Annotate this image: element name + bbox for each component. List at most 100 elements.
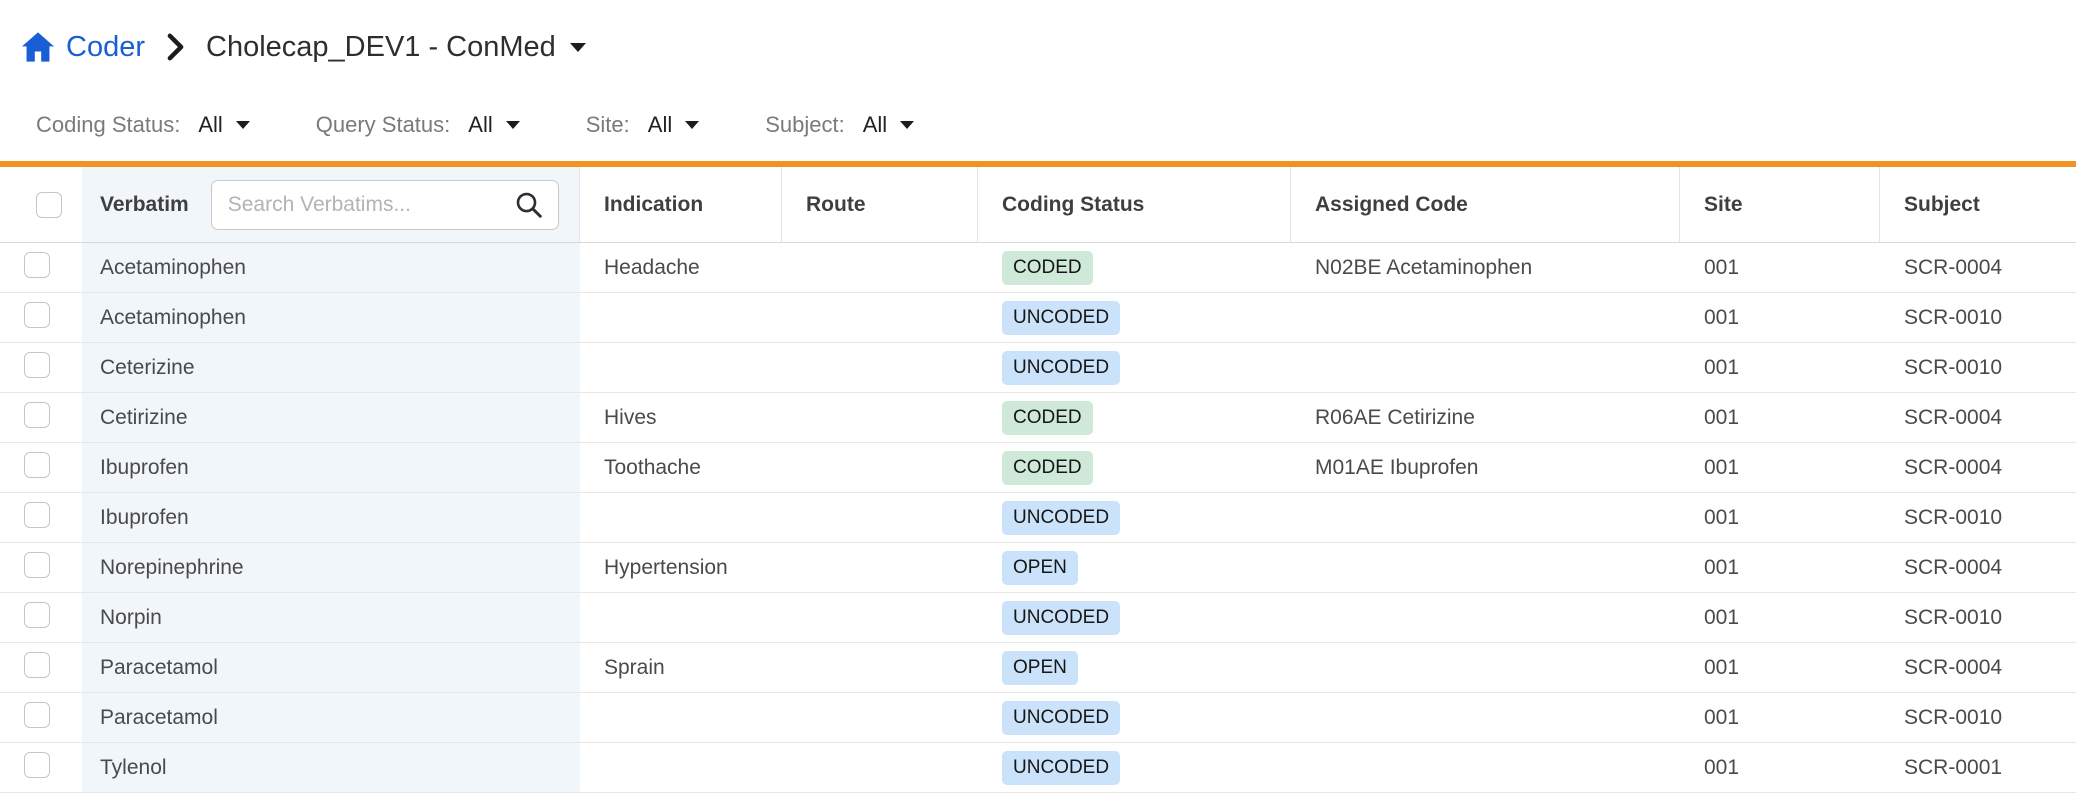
- filter-query-status[interactable]: Query Status: All: [316, 112, 520, 138]
- row-checkbox[interactable]: [24, 402, 50, 428]
- study-selector-label: Cholecap_DEV1 - ConMed: [206, 31, 556, 64]
- subject-cell: SCR-0010: [1880, 356, 2076, 380]
- indication-cell: Headache: [580, 256, 782, 280]
- site-cell: 001: [1680, 606, 1880, 630]
- row-checkbox-cell: [0, 402, 82, 434]
- filter-query-status-label: Query Status:: [316, 112, 451, 138]
- caret-down-icon: [570, 43, 586, 52]
- site-cell: 001: [1680, 456, 1880, 480]
- status-badge: UNCODED: [1002, 301, 1120, 335]
- column-header-assigned-code: Assigned Code: [1291, 167, 1680, 242]
- indication-cell: Toothache: [580, 456, 782, 480]
- site-cell: 001: [1680, 556, 1880, 580]
- subject-cell: SCR-0004: [1880, 656, 2076, 680]
- row-checkbox[interactable]: [24, 252, 50, 278]
- table-header-row: Verbatim Indication Route Coding Status …: [0, 167, 2076, 243]
- coding-status-cell: CODED: [978, 251, 1291, 285]
- row-checkbox-cell: [0, 652, 82, 684]
- filter-coding-status[interactable]: Coding Status: All: [36, 112, 250, 138]
- table-row: Paracetamol UNCODED 001 SCR-0010: [0, 693, 2076, 743]
- row-checkbox[interactable]: [24, 502, 50, 528]
- row-checkbox-cell: [0, 502, 82, 534]
- coding-status-cell: UNCODED: [978, 301, 1291, 335]
- verbatim-search-box[interactable]: [211, 180, 559, 230]
- verbatim-cell: Tylenol: [82, 743, 580, 792]
- filter-coding-status-label: Coding Status:: [36, 112, 180, 138]
- status-badge: UNCODED: [1002, 751, 1120, 785]
- column-header-indication: Indication: [580, 167, 782, 242]
- table-row: Norpin UNCODED 001 SCR-0010: [0, 593, 2076, 643]
- verbatim-cell: Acetaminophen: [82, 293, 580, 342]
- row-checkbox[interactable]: [24, 452, 50, 478]
- subject-cell: SCR-0010: [1880, 506, 2076, 530]
- coding-status-cell: UNCODED: [978, 701, 1291, 735]
- verbatim-cell: Paracetamol: [82, 693, 580, 742]
- filter-site-value[interactable]: All: [648, 112, 699, 138]
- row-checkbox-cell: [0, 352, 82, 384]
- verbatim-cell: Norpin: [82, 593, 580, 642]
- indication-cell: Hypertension: [580, 556, 782, 580]
- status-badge: OPEN: [1002, 651, 1078, 685]
- table-row: Ceterizine UNCODED 001 SCR-0010: [0, 343, 2076, 393]
- filter-query-status-value[interactable]: All: [468, 112, 519, 138]
- subject-cell: SCR-0010: [1880, 306, 2076, 330]
- row-checkbox[interactable]: [24, 602, 50, 628]
- table-row: Acetaminophen Headache CODED N02BE Aceta…: [0, 243, 2076, 293]
- verbatim-cell: Cetirizine: [82, 393, 580, 442]
- subject-cell: SCR-0004: [1880, 256, 2076, 280]
- select-all-checkbox[interactable]: [36, 192, 62, 218]
- coding-status-cell: UNCODED: [978, 601, 1291, 635]
- site-cell: 001: [1680, 356, 1880, 380]
- table-row: Norepinephrine Hypertension OPEN 001 SCR…: [0, 543, 2076, 593]
- row-checkbox-cell: [0, 452, 82, 484]
- site-cell: 001: [1680, 756, 1880, 780]
- coding-status-cell: OPEN: [978, 551, 1291, 585]
- status-badge: UNCODED: [1002, 501, 1120, 535]
- subject-cell: SCR-0001: [1880, 756, 2076, 780]
- row-checkbox[interactable]: [24, 352, 50, 378]
- site-cell: 001: [1680, 706, 1880, 730]
- breadcrumb: Coder Cholecap_DEV1 - ConMed: [0, 0, 2076, 68]
- row-checkbox[interactable]: [24, 302, 50, 328]
- coding-status-cell: CODED: [978, 451, 1291, 485]
- coding-status-cell: UNCODED: [978, 751, 1291, 785]
- coding-status-cell: OPEN: [978, 651, 1291, 685]
- filter-subject-value[interactable]: All: [863, 112, 914, 138]
- site-cell: 001: [1680, 306, 1880, 330]
- row-checkbox-cell: [0, 702, 82, 734]
- filter-site[interactable]: Site: All: [586, 112, 699, 138]
- row-checkbox[interactable]: [24, 652, 50, 678]
- subject-cell: SCR-0010: [1880, 706, 2076, 730]
- status-badge: UNCODED: [1002, 601, 1120, 635]
- table-row: Paracetamol Sprain OPEN 001 SCR-0004: [0, 643, 2076, 693]
- filter-subject-label: Subject:: [765, 112, 845, 138]
- indication-cell: Sprain: [580, 656, 782, 680]
- row-checkbox-cell: [0, 302, 82, 334]
- row-checkbox[interactable]: [24, 752, 50, 778]
- filter-subject[interactable]: Subject: All: [765, 112, 914, 138]
- verbatim-cell: Ibuprofen: [82, 493, 580, 542]
- table-row: Ibuprofen UNCODED 001 SCR-0010: [0, 493, 2076, 543]
- search-icon[interactable]: [514, 190, 544, 220]
- row-checkbox[interactable]: [24, 552, 50, 578]
- verbatim-cell: Ibuprofen: [82, 443, 580, 492]
- site-cell: 001: [1680, 506, 1880, 530]
- coding-status-cell: UNCODED: [978, 351, 1291, 385]
- status-badge: CODED: [1002, 401, 1093, 435]
- home-icon[interactable]: [22, 32, 54, 62]
- status-badge: CODED: [1002, 251, 1093, 285]
- breadcrumb-chevron-icon: [167, 33, 184, 61]
- verbatim-search-input[interactable]: [228, 193, 514, 217]
- study-selector[interactable]: Cholecap_DEV1 - ConMed: [206, 31, 586, 64]
- row-checkbox[interactable]: [24, 702, 50, 728]
- row-checkbox-cell: [0, 752, 82, 784]
- site-cell: 001: [1680, 256, 1880, 280]
- caret-down-icon: [685, 121, 699, 129]
- verbatim-cell: Ceterizine: [82, 343, 580, 392]
- coding-status-cell: UNCODED: [978, 501, 1291, 535]
- verbatim-table: Verbatim Indication Route Coding Status …: [0, 167, 2076, 793]
- filter-coding-status-value[interactable]: All: [198, 112, 249, 138]
- row-checkbox-cell: [0, 252, 82, 284]
- breadcrumb-coder-link[interactable]: Coder: [66, 31, 145, 64]
- table-row: Tylenol UNCODED 001 SCR-0001: [0, 743, 2076, 793]
